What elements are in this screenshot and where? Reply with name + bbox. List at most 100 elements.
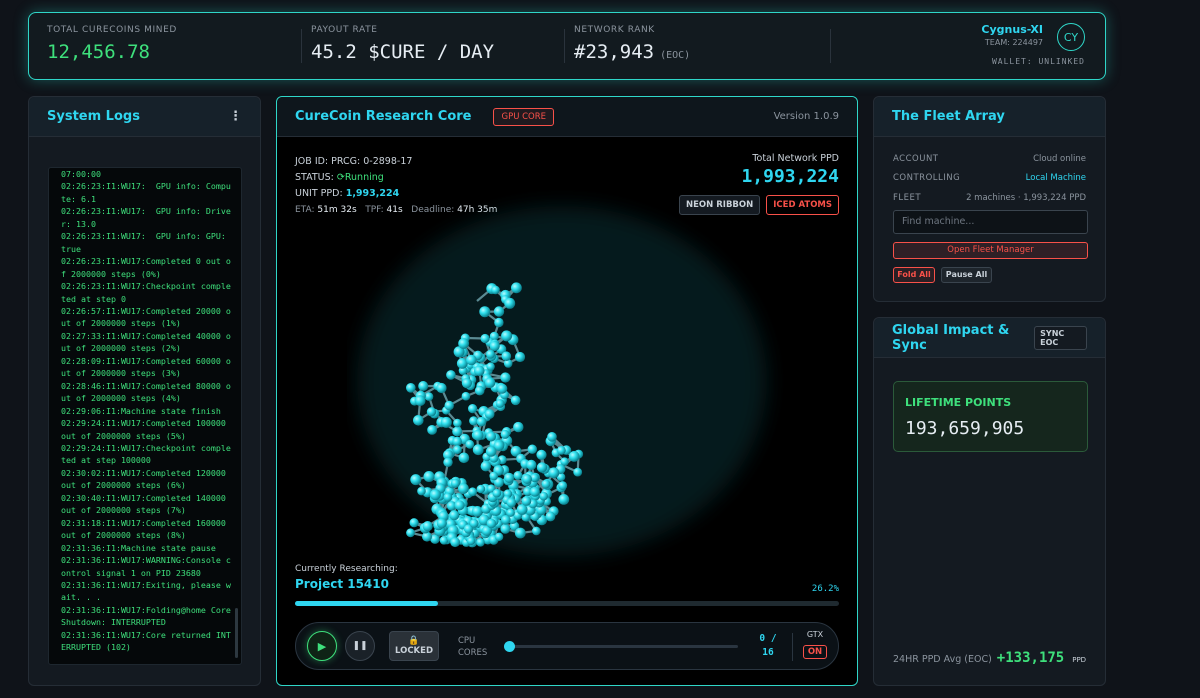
divider: [301, 29, 302, 63]
impact-title: Global Impact & Sync: [892, 322, 1010, 353]
atom: [501, 330, 513, 342]
protein-molecule-visualization[interactable]: [347, 181, 797, 581]
atom: [458, 452, 470, 464]
project-name: Project 15410: [295, 577, 389, 591]
cpu-cores-label: CPU CORES: [458, 636, 488, 658]
stat-rank-label: NETWORK RANK: [574, 25, 655, 35]
find-machine-input[interactable]: Find machine...: [893, 210, 1088, 234]
atom: [500, 372, 511, 383]
atom: [454, 500, 465, 511]
job-id-row: JOB ID: PRCG: 0-2898-17: [295, 154, 497, 170]
sync-eoc-button[interactable]: SYNC EOC: [1034, 325, 1087, 350]
atom: [486, 431, 497, 442]
atom: [472, 429, 484, 441]
atom: [557, 446, 566, 455]
atom: [513, 421, 524, 433]
play-button[interactable]: ▶: [307, 631, 337, 661]
avatar[interactable]: CY: [1057, 23, 1085, 51]
atom: [410, 474, 422, 486]
progress-percent: 26.2%: [811, 584, 839, 594]
job-id-label: JOB ID:: [295, 156, 329, 167]
atom: [494, 317, 504, 328]
atom: [472, 444, 484, 456]
pause-button[interactable]: ❚❚: [345, 631, 375, 661]
progress-bar: [295, 601, 839, 606]
atom: [468, 487, 477, 497]
log-console[interactable]: 07:00:00 02:26:23:I1:WU17: GPU info: Com…: [48, 167, 242, 665]
stats-bar: TOTAL CURECOINS MINED 12,456.78 PAYOUT R…: [28, 12, 1106, 80]
atom: [450, 537, 460, 548]
account-label: ACCOUNT: [893, 154, 939, 164]
account-row: ACCOUNT Cloud online: [893, 154, 1086, 164]
atom: [461, 378, 472, 389]
atom: [476, 416, 487, 427]
log-scrollbar[interactable]: [235, 608, 238, 658]
atom: [500, 429, 510, 439]
lock-label: LOCKED: [394, 646, 434, 656]
gtx-toggle-group: GTX ON: [798, 630, 832, 659]
atom: [506, 497, 517, 508]
atom: [413, 415, 424, 426]
atom: [493, 306, 505, 317]
atom: [484, 409, 495, 419]
fleet-label: FLEET: [893, 193, 922, 203]
cpu-cores-slider[interactable]: [504, 641, 738, 652]
more-options-icon[interactable]: ⋮: [229, 109, 242, 124]
atom: [449, 510, 460, 521]
atom: [471, 506, 483, 517]
atom: [506, 508, 515, 517]
atom: [514, 351, 526, 363]
version-label: Version 1.0.9: [773, 111, 839, 122]
currently-researching: Currently Researching: Project 15410: [295, 564, 398, 591]
atom: [414, 395, 426, 406]
log-text: 07:00:00 02:26:23:I1:WU17: GPU info: Com…: [61, 169, 231, 653]
atom: [485, 446, 497, 457]
atom: [504, 472, 515, 483]
controlling-row: CONTROLLING Local Machine: [893, 173, 1086, 183]
user-profile[interactable]: Cygnus-XI TEAM: 224497 CY WALLET: UNLINK…: [981, 23, 1085, 66]
atom: [536, 449, 547, 460]
network-ppd-label: Total Network PPD: [752, 153, 839, 164]
atom: [511, 282, 522, 294]
pause-all-button[interactable]: Pause All: [941, 267, 992, 283]
job-id: PRCG: 0-2898-17: [331, 156, 413, 167]
atom: [514, 527, 526, 539]
researching-label: Currently Researching:: [295, 564, 398, 574]
gtx-label: GTX: [806, 630, 824, 639]
atom: [444, 400, 454, 411]
progress-fill: [295, 601, 438, 606]
atom: [573, 467, 583, 477]
controlling-value[interactable]: Local Machine: [1026, 173, 1086, 183]
stat-payout-label: PAYOUT RATE: [311, 25, 378, 35]
core-title: CureCoin Research Core: [295, 109, 472, 124]
atom: [527, 444, 537, 454]
ppd-avg-value: +133,175: [996, 650, 1065, 666]
wallet-status: WALLET: UNLINKED: [991, 57, 1085, 66]
fold-all-button[interactable]: Fold All: [893, 267, 935, 283]
atom: [443, 457, 453, 467]
atom: [489, 471, 499, 481]
open-fleet-manager-button[interactable]: Open Fleet Manager: [893, 242, 1088, 259]
cores-used: 0 /: [759, 633, 777, 644]
atom: [497, 383, 508, 394]
pause-icon: ❚❚: [352, 641, 368, 651]
lock-button[interactable]: 🔒 LOCKED: [389, 631, 439, 661]
atom: [539, 491, 548, 501]
atom: [504, 297, 516, 309]
rank-number: #23,943: [574, 41, 655, 63]
atom: [466, 536, 476, 546]
atom: [426, 407, 437, 417]
rank-suffix: (EOC): [660, 50, 691, 61]
gtx-toggle[interactable]: ON: [802, 645, 828, 659]
atom: [465, 439, 475, 449]
stat-payout-value: 45.2 $CURE / DAY: [311, 41, 495, 63]
refresh-icon: ⟳: [336, 172, 345, 183]
atom: [522, 474, 532, 484]
atom: [453, 418, 462, 428]
slider-handle[interactable]: [504, 641, 515, 652]
atom: [446, 370, 456, 380]
core-header: CureCoin Research Core GPU CORE Version …: [277, 97, 857, 137]
play-icon: ▶: [317, 639, 327, 653]
control-bar: ▶ ❚❚ 🔒 LOCKED CPU CORES 0 / 16 GTX ON: [295, 622, 839, 670]
atom: [436, 382, 447, 394]
